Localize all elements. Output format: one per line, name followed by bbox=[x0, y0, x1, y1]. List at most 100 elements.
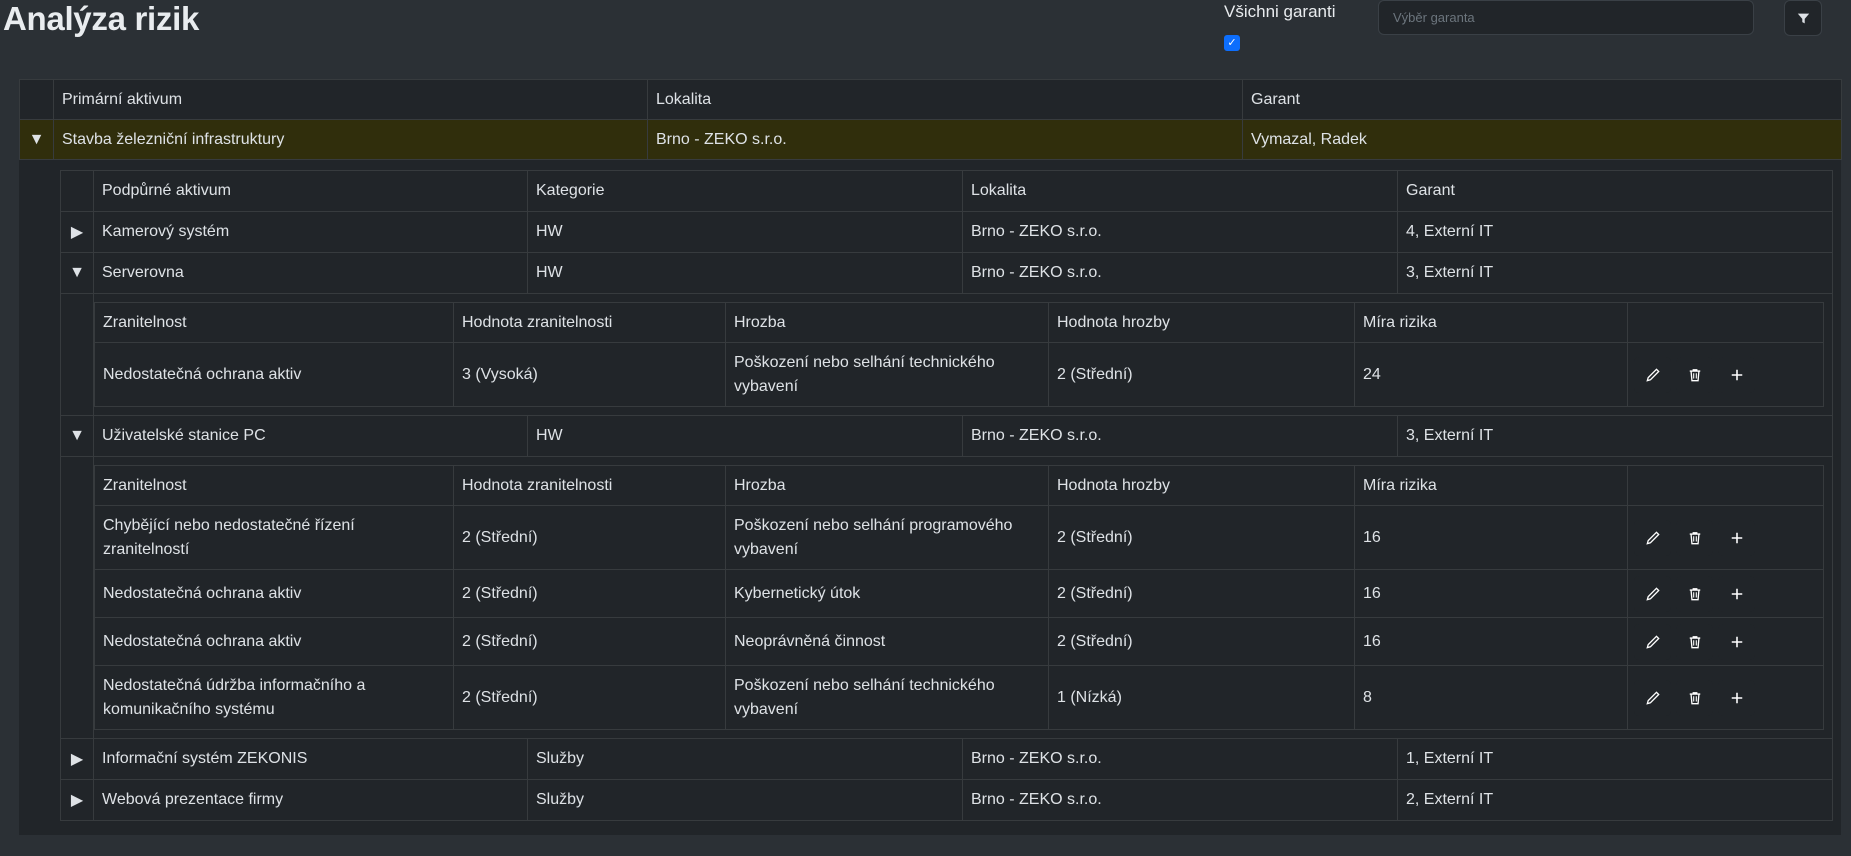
threat-value: 2 (Střední) bbox=[1048, 569, 1355, 618]
header-location: Lokalita bbox=[647, 79, 1243, 120]
filter-button[interactable] bbox=[1784, 0, 1822, 36]
add-button[interactable] bbox=[1718, 623, 1755, 660]
header-actions bbox=[1627, 302, 1824, 343]
edit-button[interactable] bbox=[1634, 356, 1671, 393]
header-actions bbox=[1627, 465, 1824, 506]
header-threat: Hrozba bbox=[725, 465, 1049, 506]
risk-value: 16 bbox=[1354, 617, 1628, 666]
support-asset-guarantor: 4, Externí IT bbox=[1397, 211, 1833, 253]
primary-asset-table: Primární aktivum Lokalita Garant ▼ Stavb… bbox=[19, 79, 1842, 160]
threat-name: Poškození nebo selhání technického vybav… bbox=[725, 342, 1049, 407]
support-asset-category: Služby bbox=[527, 738, 963, 780]
header-vulnerability-value: Hodnota zranitelnosti bbox=[453, 465, 726, 506]
delete-button[interactable] bbox=[1676, 356, 1713, 393]
caret-down-icon[interactable]: ▼ bbox=[60, 415, 94, 457]
support-asset-row[interactable]: ▼ Serverovna HW Brno - ZEKO s.r.o. 3, Ex… bbox=[60, 252, 1833, 294]
support-asset-location: Brno - ZEKO s.r.o. bbox=[962, 211, 1398, 253]
delete-button[interactable] bbox=[1676, 519, 1713, 556]
support-asset-section: Podpůrné aktivum Kategorie Lokalita Gara… bbox=[60, 170, 1833, 821]
support-asset-guarantor: 3, Externí IT bbox=[1397, 252, 1833, 294]
threat-name: Kybernetický útok bbox=[725, 569, 1049, 618]
row-actions bbox=[1627, 569, 1824, 618]
vulnerability-row: Nedostatečná údržba informačního a komun… bbox=[94, 665, 1824, 730]
guarantor-select-input[interactable] bbox=[1378, 0, 1754, 35]
caret-right-icon[interactable]: ▶ bbox=[60, 211, 94, 253]
support-asset-row[interactable]: ▶ Kamerový systém HW Brno - ZEKO s.r.o. … bbox=[60, 211, 1833, 253]
add-button[interactable] bbox=[1718, 519, 1755, 556]
vulnerability-row: Nedostatečná ochrana aktiv 3 (Vysoká) Po… bbox=[94, 342, 1824, 407]
vulnerability-value: 2 (Střední) bbox=[453, 617, 726, 666]
primary-asset-guarantor: Vymazal, Radek bbox=[1242, 119, 1842, 160]
row-actions bbox=[1627, 617, 1824, 666]
header-vulnerability-value: Hodnota zranitelnosti bbox=[453, 302, 726, 343]
trash-icon bbox=[1689, 587, 1700, 600]
all-guarantors-filter: Všichni garanti ✓ bbox=[1224, 2, 1336, 51]
risk-value: 8 bbox=[1354, 665, 1628, 730]
edit-button[interactable] bbox=[1634, 623, 1671, 660]
edit-button[interactable] bbox=[1634, 679, 1671, 716]
header-threat-value: Hodnota hrozby bbox=[1048, 465, 1355, 506]
plus-icon bbox=[1731, 692, 1742, 703]
header-guarantor: Garant bbox=[1242, 79, 1842, 120]
header-location: Lokalita bbox=[962, 170, 1398, 212]
row-actions bbox=[1627, 665, 1824, 730]
support-asset-row[interactable]: ▶ Informační systém ZEKONIS Služby Brno … bbox=[60, 738, 1833, 780]
header-risk-level: Míra rizika bbox=[1354, 302, 1628, 343]
delete-button[interactable] bbox=[1676, 575, 1713, 612]
plus-icon bbox=[1731, 532, 1742, 543]
all-guarantors-checkbox[interactable]: ✓ bbox=[1224, 35, 1240, 51]
serverovna-vulnerabilities: Zranitelnost Hodnota zranitelnosti Hrozb… bbox=[93, 293, 1833, 416]
trash-icon bbox=[1689, 368, 1700, 381]
caret-right-icon[interactable]: ▶ bbox=[60, 779, 94, 821]
header-support-asset: Podpůrné aktivum bbox=[93, 170, 528, 212]
support-asset-row[interactable]: ▶ Webová prezentace firmy Služby Brno - … bbox=[60, 779, 1833, 821]
header-guarantor: Garant bbox=[1397, 170, 1833, 212]
vulnerability-table-header: Zranitelnost Hodnota zranitelnosti Hrozb… bbox=[94, 302, 1824, 343]
support-asset-category: Služby bbox=[527, 779, 963, 821]
threat-value: 2 (Střední) bbox=[1048, 342, 1355, 407]
support-asset-guarantor: 1, Externí IT bbox=[1397, 738, 1833, 780]
edit-button[interactable] bbox=[1634, 519, 1671, 556]
header-threat-value: Hodnota hrozby bbox=[1048, 302, 1355, 343]
threat-name: Poškození nebo selhání technického vybav… bbox=[725, 665, 1049, 730]
vulnerability-table: Zranitelnost Hodnota zranitelnosti Hrozb… bbox=[94, 465, 1824, 730]
support-asset-guarantor: 3, Externí IT bbox=[1397, 415, 1833, 457]
vulnerability-table: Zranitelnost Hodnota zranitelnosti Hrozb… bbox=[94, 302, 1824, 407]
primary-asset-row[interactable]: ▼ Stavba železniční infrastruktury Brno … bbox=[19, 119, 1842, 160]
support-asset-category: HW bbox=[527, 211, 963, 253]
plus-icon bbox=[1731, 369, 1742, 380]
vulnerability-name: Nedostatečná údržba informačního a komun… bbox=[94, 665, 454, 730]
header-category: Kategorie bbox=[527, 170, 963, 212]
support-asset-name: Serverovna bbox=[93, 252, 528, 294]
plus-icon bbox=[1731, 636, 1742, 647]
detail-indent-cell bbox=[60, 456, 94, 739]
support-asset-name: Webová prezentace firmy bbox=[93, 779, 528, 821]
pc-vulnerabilities: Zranitelnost Hodnota zranitelnosti Hrozb… bbox=[93, 456, 1833, 739]
vulnerability-detail-row: Zranitelnost Hodnota zranitelnosti Hrozb… bbox=[60, 456, 1833, 739]
page-title: Analýza rizik bbox=[3, 0, 200, 37]
support-asset-name: Uživatelské stanice PC bbox=[93, 415, 528, 457]
caret-right-icon[interactable]: ▶ bbox=[60, 738, 94, 780]
threat-value: 2 (Střední) bbox=[1048, 617, 1355, 666]
delete-button[interactable] bbox=[1676, 679, 1713, 716]
pencil-icon bbox=[1645, 690, 1660, 705]
add-button[interactable] bbox=[1718, 679, 1755, 716]
risk-value: 16 bbox=[1354, 569, 1628, 618]
pencil-icon bbox=[1645, 530, 1660, 545]
risk-value: 16 bbox=[1354, 505, 1628, 570]
header-threat: Hrozba bbox=[725, 302, 1049, 343]
support-asset-location: Brno - ZEKO s.r.o. bbox=[962, 779, 1398, 821]
threat-name: Poškození nebo selhání programového vyba… bbox=[725, 505, 1049, 570]
support-asset-row[interactable]: ▼ Uživatelské stanice PC HW Brno - ZEKO … bbox=[60, 415, 1833, 457]
vulnerability-row: Nedostatečná ochrana aktiv 2 (Střední) N… bbox=[94, 617, 1824, 666]
header-toggle-cell bbox=[60, 170, 94, 212]
vulnerability-name: Nedostatečná ochrana aktiv bbox=[94, 617, 454, 666]
caret-down-icon[interactable]: ▼ bbox=[60, 252, 94, 294]
delete-button[interactable] bbox=[1676, 623, 1713, 660]
vulnerability-name: Nedostatečná ochrana aktiv bbox=[94, 569, 454, 618]
header-vulnerability: Zranitelnost bbox=[94, 465, 454, 506]
edit-button[interactable] bbox=[1634, 575, 1671, 612]
caret-down-icon[interactable]: ▼ bbox=[19, 119, 54, 160]
add-button[interactable] bbox=[1718, 575, 1755, 612]
add-button[interactable] bbox=[1718, 356, 1755, 393]
